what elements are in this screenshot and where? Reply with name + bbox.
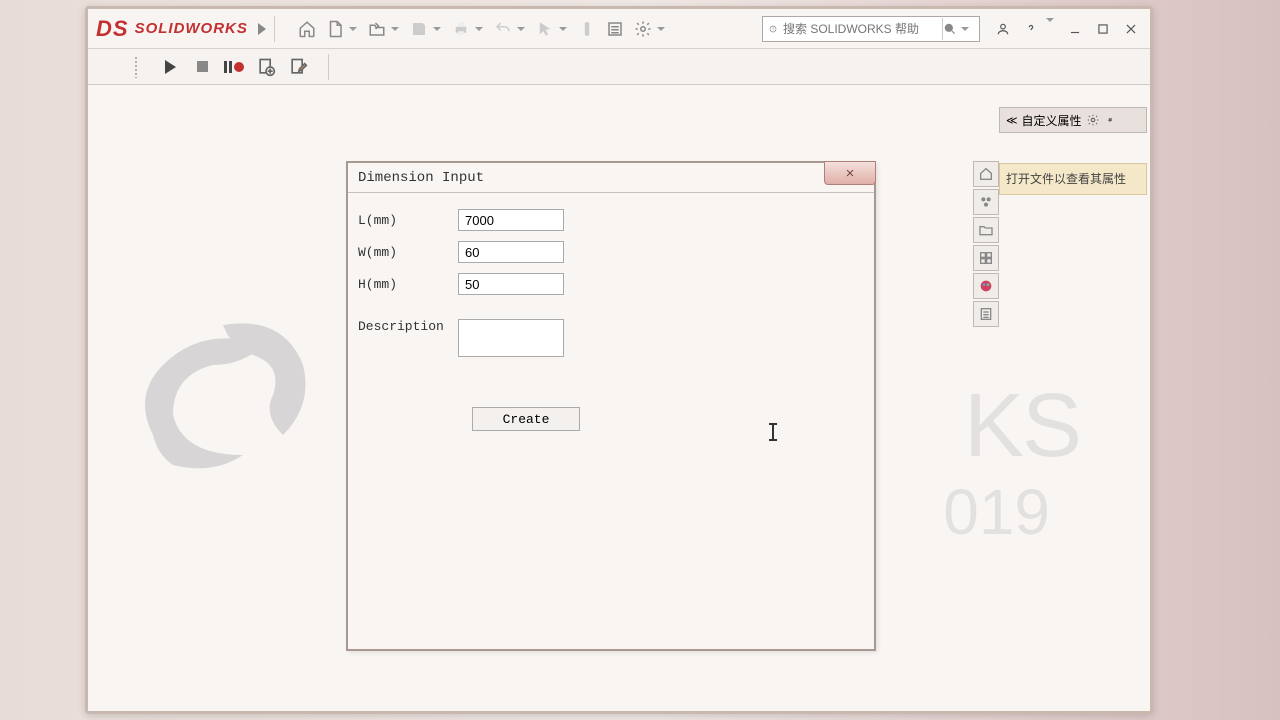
taskpane-view-icon[interactable]	[973, 245, 999, 271]
settings-dropdown-icon[interactable]	[657, 27, 665, 31]
expand-menu-icon[interactable]	[258, 23, 266, 35]
custom-properties-title: 自定义属性	[1022, 112, 1082, 129]
help-dropdown-icon[interactable]	[1046, 18, 1054, 22]
watermark-year: 019	[943, 475, 1050, 549]
svg-text:?: ?	[772, 26, 775, 31]
close-window-icon[interactable]	[1120, 18, 1142, 40]
length-label: L(mm)	[358, 213, 458, 228]
print-dropdown-icon[interactable]	[475, 27, 483, 31]
undo-dropdown-icon[interactable]	[517, 27, 525, 31]
main-toolbar: DS SOLIDWORKS	[88, 9, 1150, 49]
dialog-close-button[interactable]	[824, 161, 876, 185]
new-file-dropdown-icon[interactable]	[349, 27, 357, 31]
help-icon[interactable]	[1020, 18, 1042, 40]
create-button[interactable]: Create	[472, 407, 580, 431]
custom-properties-header[interactable]: ≪ 自定义属性	[999, 107, 1147, 133]
home-icon[interactable]	[295, 17, 319, 41]
toolbar-grip-icon[interactable]	[134, 56, 138, 78]
collapse-chevron-icon[interactable]: ≪	[1006, 114, 1018, 127]
workspace: KS 019 Dimension Input L(mm) W(mm)	[88, 85, 1150, 711]
open-file-dropdown-icon[interactable]	[391, 27, 399, 31]
taskpane-home-icon[interactable]	[973, 161, 999, 187]
custom-properties-panel: ≪ 自定义属性 打开文件以查看其属性	[999, 107, 1147, 307]
record-pause-macro-icon[interactable]	[224, 57, 244, 77]
taskpane-appearance-icon[interactable]	[973, 273, 999, 299]
panel-pin-icon[interactable]	[1104, 114, 1116, 126]
taskpane-resources-icon[interactable]	[973, 189, 999, 215]
help-search-box[interactable]: ?	[762, 16, 980, 42]
panel-hint-note: 打开文件以查看其属性	[999, 163, 1147, 195]
height-label: H(mm)	[358, 277, 458, 292]
dimension-input-dialog: Dimension Input L(mm) W(mm) H(mm)	[346, 161, 876, 651]
help-search-input[interactable]	[777, 22, 938, 36]
length-input[interactable]	[458, 209, 564, 231]
new-macro-icon[interactable]	[256, 57, 276, 77]
settings-gear-icon[interactable]	[631, 17, 655, 41]
undo-icon[interactable]	[491, 17, 515, 41]
play-macro-icon[interactable]	[160, 57, 180, 77]
search-dropdown-icon[interactable]	[961, 27, 969, 31]
task-pane-iconbar	[973, 161, 999, 327]
height-input[interactable]	[458, 273, 564, 295]
rebuild-icon[interactable]	[575, 17, 599, 41]
taskpane-library-icon[interactable]	[973, 217, 999, 243]
stop-macro-icon[interactable]	[192, 57, 212, 77]
maximize-icon[interactable]	[1092, 18, 1114, 40]
dialog-body: L(mm) W(mm) H(mm) Description Create	[348, 193, 874, 447]
app-logo: DS SOLIDWORKS	[96, 16, 248, 42]
description-label: Description	[358, 319, 458, 334]
search-icon[interactable]	[942, 18, 957, 40]
save-dropdown-icon[interactable]	[433, 27, 441, 31]
save-icon[interactable]	[407, 17, 431, 41]
description-input[interactable]	[458, 319, 564, 357]
select-icon[interactable]	[533, 17, 557, 41]
select-dropdown-icon[interactable]	[559, 27, 567, 31]
width-input[interactable]	[458, 241, 564, 263]
taskpane-properties-icon[interactable]	[973, 301, 999, 327]
dialog-title-text: Dimension Input	[358, 170, 484, 186]
macro-toolbar	[88, 49, 1150, 85]
dialog-titlebar[interactable]: Dimension Input	[348, 163, 874, 193]
panel-gear-icon[interactable]	[1086, 113, 1100, 127]
open-file-icon[interactable]	[365, 17, 389, 41]
minimize-icon[interactable]	[1064, 18, 1086, 40]
print-icon[interactable]	[449, 17, 473, 41]
watermark-text: KS	[964, 375, 1080, 478]
width-label: W(mm)	[358, 245, 458, 260]
ds-watermark-icon	[118, 295, 328, 495]
app-window: DS SOLIDWORKS	[85, 6, 1153, 714]
user-icon[interactable]	[992, 18, 1014, 40]
edit-macro-icon[interactable]	[288, 57, 308, 77]
app-name: SOLIDWORKS	[135, 20, 248, 37]
options-list-icon[interactable]	[603, 17, 627, 41]
new-file-icon[interactable]	[323, 17, 347, 41]
